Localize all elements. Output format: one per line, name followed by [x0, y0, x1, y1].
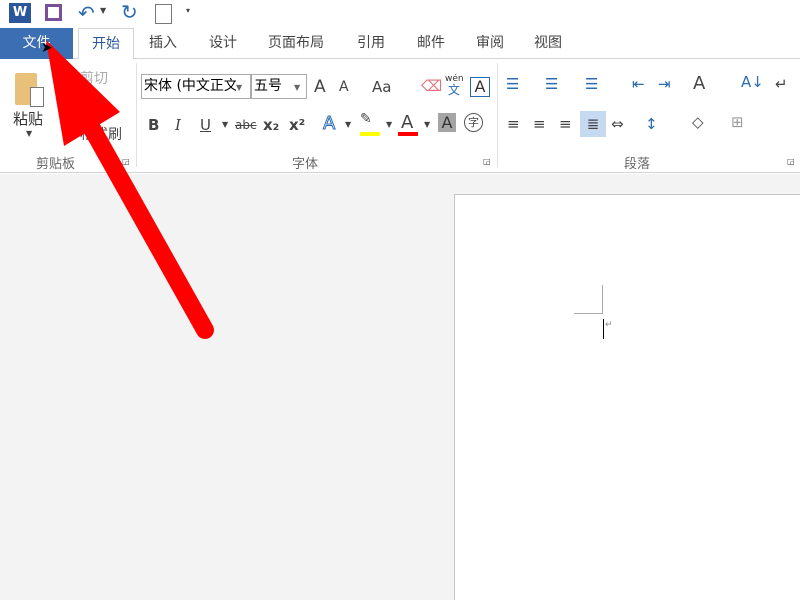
red-arrow-annotation [46, 40, 214, 339]
arrow-head [46, 40, 120, 146]
arrow-shaft [81, 116, 214, 339]
mouse-cursor-icon: ➤ [41, 40, 53, 56]
